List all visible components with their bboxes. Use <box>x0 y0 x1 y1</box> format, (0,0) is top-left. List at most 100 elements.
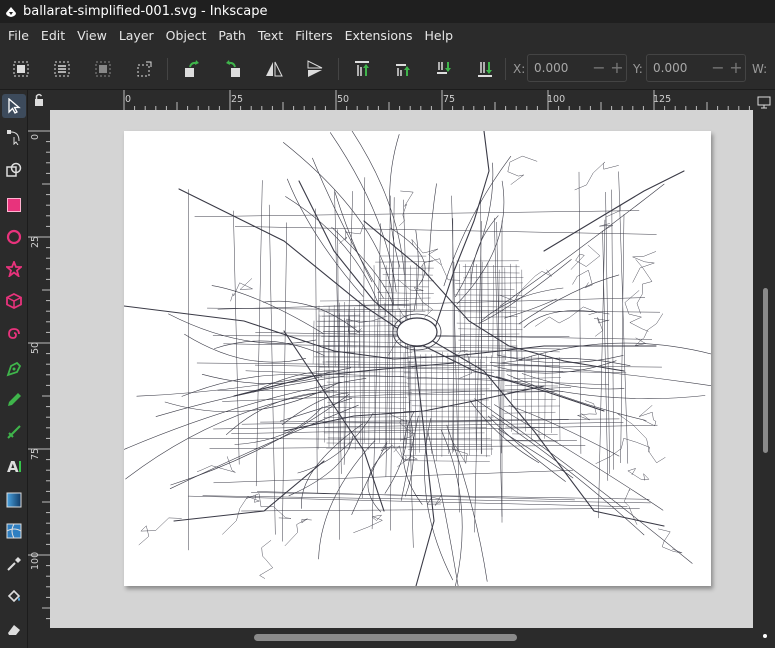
mesh-tool[interactable] <box>2 519 26 543</box>
y-value[interactable]: 0.000 <box>647 61 709 75</box>
plus-icon[interactable]: + <box>608 55 626 81</box>
road <box>409 388 490 390</box>
lower-button[interactable] <box>432 57 456 81</box>
flip-horizontal-button[interactable] <box>262 57 286 81</box>
vertical-scrollbar-thumb[interactable] <box>763 288 768 453</box>
x-spinbox[interactable]: 0.000 − + <box>527 54 627 82</box>
road <box>624 290 649 332</box>
touch-select-button[interactable] <box>132 57 156 81</box>
road <box>405 427 487 428</box>
select-all-layers-icon <box>54 61 70 77</box>
vertical-ruler[interactable]: 0 25 50 75 100 <box>28 110 50 628</box>
eraser-icon <box>8 625 20 635</box>
rotate-cw-button[interactable] <box>221 57 245 81</box>
pencil-tool[interactable] <box>2 388 26 412</box>
road <box>456 322 522 325</box>
road <box>405 455 491 457</box>
x-value[interactable]: 0.000 <box>528 61 590 75</box>
road <box>353 514 383 533</box>
selector-tool[interactable] <box>2 94 26 118</box>
dropper-tool[interactable] <box>2 552 26 576</box>
rotate-ccw-button[interactable] <box>180 57 204 81</box>
menu-file[interactable]: File <box>2 23 35 48</box>
star-tool[interactable] <box>2 257 26 281</box>
document-page[interactable] <box>124 131 711 586</box>
road <box>196 456 236 473</box>
road <box>363 220 625 372</box>
3d-box-tool[interactable] <box>2 289 26 313</box>
menu-text[interactable]: Text <box>252 23 289 48</box>
menu-extensions[interactable]: Extensions <box>339 23 419 48</box>
menu-help[interactable]: Help <box>419 23 460 48</box>
guide-lock-button[interactable] <box>28 90 50 110</box>
raise-to-top-icon <box>355 61 369 76</box>
canvas-area[interactable] <box>50 110 753 628</box>
flip-vertical-button[interactable] <box>303 57 327 81</box>
menu-edit[interactable]: Edit <box>35 23 71 48</box>
raise-to-top-button[interactable] <box>350 57 374 81</box>
road <box>458 311 517 313</box>
road <box>634 313 664 347</box>
ballarat-street-map[interactable] <box>124 131 711 586</box>
select-all-button[interactable] <box>9 57 33 81</box>
road <box>411 239 442 265</box>
road <box>460 300 516 302</box>
plus-icon[interactable]: + <box>727 55 745 81</box>
y-label: Y: <box>633 62 643 76</box>
spiral-tool[interactable] <box>2 321 26 345</box>
eraser-tool[interactable] <box>2 617 26 641</box>
calligraphy-tool[interactable] <box>2 420 26 444</box>
select-all-in-all-layers-button[interactable] <box>50 57 74 81</box>
menu-object[interactable]: Object <box>160 23 213 48</box>
inkscape-logo-icon <box>6 6 16 17</box>
menu-view[interactable]: View <box>71 23 113 48</box>
menu-bar: File Edit View Layer Object Path Text Fi… <box>0 23 775 48</box>
road <box>230 278 253 302</box>
road <box>410 444 492 446</box>
shape-builder-tool[interactable] <box>2 158 26 182</box>
road <box>268 204 276 535</box>
road <box>504 298 557 319</box>
road <box>510 351 512 432</box>
spiral-icon <box>8 328 20 339</box>
paint-bucket-tool[interactable] <box>2 584 26 608</box>
text-tool[interactable]: A <box>2 454 26 478</box>
ellipse-tool[interactable] <box>2 225 26 249</box>
ruler-label: 100 <box>547 94 566 105</box>
horizontal-scrollbar-thumb[interactable] <box>254 634 517 641</box>
minus-icon[interactable]: − <box>590 55 608 81</box>
road <box>578 171 582 454</box>
road <box>598 219 606 519</box>
road <box>394 310 396 448</box>
road <box>494 217 503 517</box>
lower-to-bottom-button[interactable] <box>473 57 497 81</box>
menu-layer[interactable]: Layer <box>113 23 160 48</box>
road <box>593 317 610 337</box>
inkscape-window: ballarat-simplified-001.svg - Inkscape F… <box>0 0 775 648</box>
rectangle-tool[interactable] <box>2 193 26 217</box>
deselect-button[interactable] <box>91 57 115 81</box>
road <box>638 405 657 427</box>
y-spinbox[interactable]: 0.000 − + <box>646 54 746 82</box>
road <box>405 460 490 462</box>
rotate-ccw-icon <box>185 60 199 77</box>
road <box>658 528 683 554</box>
node-tool[interactable] <box>2 125 26 149</box>
horizontal-ruler[interactable]: 0 25 50 75 100 125 <box>50 90 753 110</box>
raise-button[interactable] <box>391 57 415 81</box>
menu-filters[interactable]: Filters <box>289 23 338 48</box>
minus-icon[interactable]: − <box>709 55 727 81</box>
road <box>284 518 312 547</box>
gradient-tool[interactable] <box>2 488 26 512</box>
pen-tool[interactable] <box>2 357 26 381</box>
road <box>283 142 394 305</box>
display-mode-icon[interactable] <box>755 92 775 112</box>
cube-icon <box>6 293 22 309</box>
title-bar: ballarat-simplified-001.svg - Inkscape <box>0 0 775 23</box>
road <box>451 442 468 465</box>
pen-nib-icon <box>6 361 22 377</box>
road <box>285 196 381 310</box>
road <box>259 540 274 579</box>
menu-path[interactable]: Path <box>212 23 251 48</box>
road <box>184 333 306 363</box>
